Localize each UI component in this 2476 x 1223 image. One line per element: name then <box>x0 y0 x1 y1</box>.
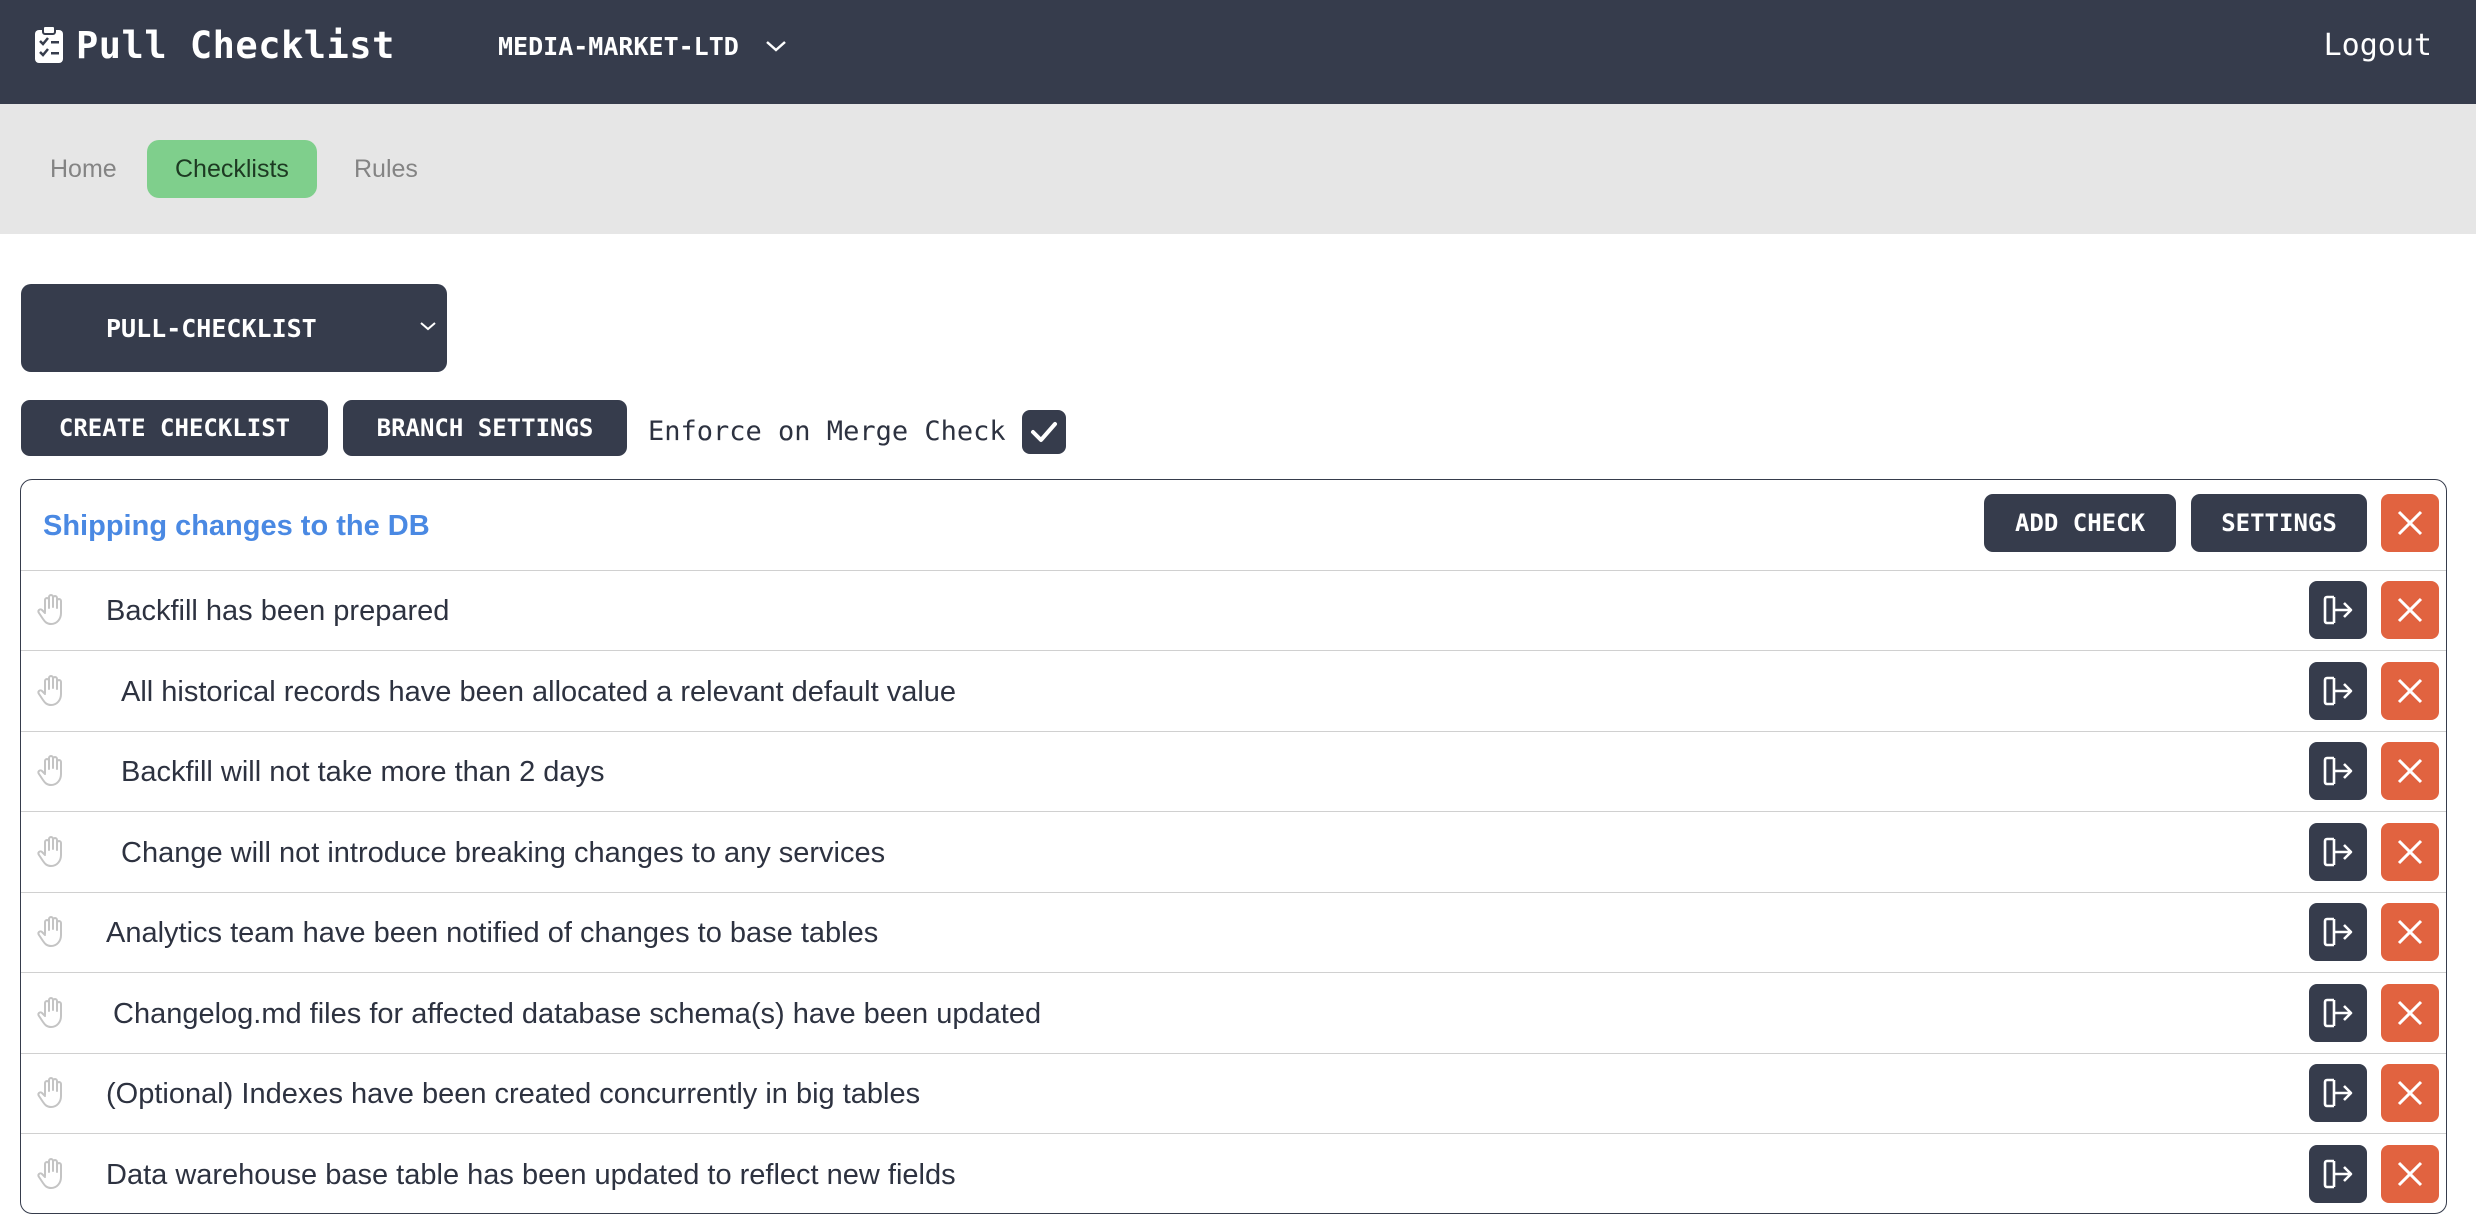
branch-settings-button[interactable]: BRANCH SETTINGS <box>343 400 627 456</box>
add-check-button[interactable]: ADD CHECK <box>1984 494 2176 552</box>
chevron-down-icon <box>765 39 787 53</box>
delete-check-button[interactable] <box>2381 742 2439 800</box>
delete-check-button[interactable] <box>2381 581 2439 639</box>
delete-check-button[interactable] <box>2381 1064 2439 1122</box>
exit-icon <box>2321 835 2355 869</box>
exit-icon <box>2321 754 2355 788</box>
check-row: Backfill will not take more than 2 days <box>21 732 2446 812</box>
check-text: Backfill has been prepared <box>106 595 450 627</box>
exit-icon <box>2321 1076 2355 1110</box>
close-icon <box>2396 838 2424 866</box>
close-icon <box>2396 918 2424 946</box>
drag-handle-icon[interactable] <box>37 914 67 948</box>
check-row: Change will not introduce breaking chang… <box>21 813 2446 893</box>
move-check-button[interactable] <box>2309 661 2367 720</box>
organization-select[interactable]: MEDIA-MARKET-LTD <box>498 28 787 64</box>
checklist-header: Shipping changes to the DB ADD CHECK SET… <box>21 480 2446 571</box>
drag-handle-icon[interactable] <box>37 1075 67 1109</box>
drag-handle-icon[interactable] <box>37 673 67 707</box>
brand[interactable]: Pull Checklist <box>32 20 395 70</box>
close-icon <box>2396 999 2424 1027</box>
check-row: Data warehouse base table has been updat… <box>21 1135 2446 1214</box>
exit-icon <box>2321 593 2355 627</box>
organization-name: MEDIA-MARKET-LTD <box>498 31 739 61</box>
chevron-down-icon <box>420 322 436 331</box>
repository-select-value: PULL-CHECKLIST <box>106 314 317 343</box>
check-row: (Optional) Indexes have been created con… <box>21 1054 2446 1134</box>
enforce-label: Enforce on Merge Check <box>648 415 1006 447</box>
enforce-checkbox[interactable] <box>1022 410 1066 454</box>
check-row: Changelog.md files for affected database… <box>21 974 2446 1054</box>
delete-check-button[interactable] <box>2381 983 2439 1042</box>
close-icon <box>2396 1079 2424 1107</box>
close-icon <box>2396 757 2424 785</box>
check-text: Analytics team have been notified of cha… <box>106 917 879 949</box>
exit-icon <box>2321 1157 2355 1191</box>
checklist-panel: Shipping changes to the DB ADD CHECK SET… <box>20 479 2447 1214</box>
move-check-button[interactable] <box>2309 1144 2367 1203</box>
exit-icon <box>2321 915 2355 949</box>
checkmark-icon <box>1031 422 1057 442</box>
move-check-button[interactable] <box>2309 1064 2367 1122</box>
settings-button[interactable]: SETTINGS <box>2191 494 2367 552</box>
check-text: All historical records have been allocat… <box>121 675 957 708</box>
move-check-button[interactable] <box>2309 983 2367 1042</box>
drag-handle-icon[interactable] <box>37 592 67 626</box>
check-text: Changelog.md files for affected database… <box>113 997 1042 1030</box>
close-icon <box>2396 596 2424 624</box>
close-icon <box>2396 677 2424 705</box>
check-text: Change will not introduce breaking chang… <box>121 836 886 869</box>
logout-button[interactable]: Logout <box>2324 24 2432 66</box>
drag-handle-icon[interactable] <box>37 1156 67 1190</box>
check-row: All historical records have been allocat… <box>21 652 2446 732</box>
top-bar: Pull Checklist MEDIA-MARKET-LTD Logout <box>0 0 2476 104</box>
create-checklist-button[interactable]: CREATE CHECKLIST <box>21 400 328 456</box>
delete-check-button[interactable] <box>2381 903 2439 961</box>
move-check-button[interactable] <box>2309 581 2367 639</box>
brand-name: Pull Checklist <box>76 23 395 67</box>
drag-handle-icon[interactable] <box>37 753 67 787</box>
exit-icon <box>2321 674 2355 708</box>
nav-item-rules[interactable]: Rules <box>326 140 446 198</box>
close-icon <box>2396 1160 2424 1188</box>
drag-handle-icon[interactable] <box>37 995 67 1029</box>
check-text: (Optional) Indexes have been created con… <box>106 1078 921 1110</box>
check-text: Data warehouse base table has been updat… <box>106 1158 956 1191</box>
close-icon <box>2397 510 2423 536</box>
delete-check-button[interactable] <box>2381 822 2439 881</box>
move-check-button[interactable] <box>2309 903 2367 961</box>
move-check-button[interactable] <box>2309 742 2367 800</box>
check-text: Backfill will not take more than 2 days <box>121 756 605 788</box>
move-check-button[interactable] <box>2309 822 2367 881</box>
check-row: Backfill has been prepared <box>21 571 2446 651</box>
check-row: Analytics team have been notified of cha… <box>21 893 2446 973</box>
delete-check-button[interactable] <box>2381 661 2439 720</box>
repository-select[interactable]: PULL-CHECKLIST <box>21 284 447 372</box>
nav-bar: Home Checklists Rules <box>0 104 2476 234</box>
drag-handle-icon[interactable] <box>37 834 67 868</box>
delete-checklist-button[interactable] <box>2381 494 2439 552</box>
nav-item-checklists[interactable]: Checklists <box>147 140 317 198</box>
checklist-title[interactable]: Shipping changes to the DB <box>43 510 430 543</box>
nav-item-home[interactable]: Home <box>22 140 145 198</box>
clipboard-icon <box>32 25 66 65</box>
exit-icon <box>2321 996 2355 1030</box>
delete-check-button[interactable] <box>2381 1144 2439 1203</box>
